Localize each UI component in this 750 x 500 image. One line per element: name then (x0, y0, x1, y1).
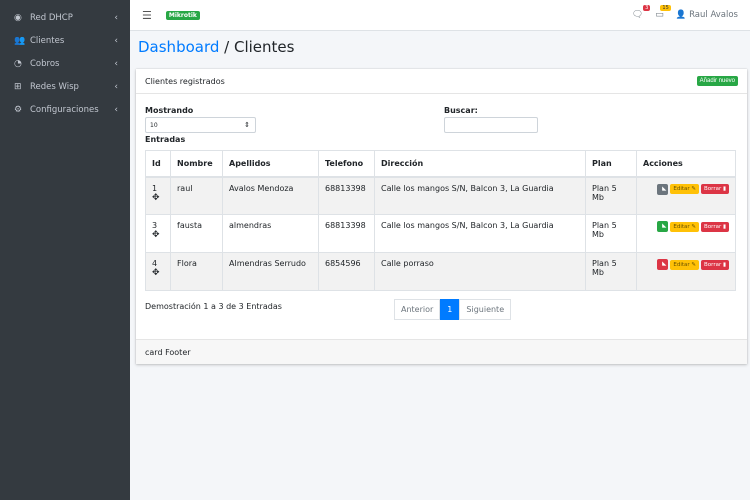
card-footer: card Footer (136, 339, 747, 364)
cell-nombre: fausta (170, 214, 223, 253)
cell-telefono: 68813398 (318, 214, 375, 253)
messages-icon[interactable]: 🗨 3 (632, 5, 651, 20)
table-row: 1 ✥ raul Avalos Mendoza 68813398 Calle lo… (145, 176, 736, 215)
col-nombre[interactable]: Nombre (170, 150, 223, 178)
search-label: Buscar: (444, 106, 478, 115)
drag-handle-icon[interactable]: ✥ (152, 268, 160, 278)
rss-button[interactable]: ◣ (657, 259, 669, 270)
chevron-left-icon: ‹ (114, 12, 118, 23)
trash-icon: ▮ (722, 186, 726, 192)
sidebar: ◉ Red DHCP ‹ 👥 Clientes ‹ ◔ Cobros ‹ ⊞ Redes Wi… (0, 0, 130, 500)
pie-chart-icon: ◔ (14, 58, 22, 69)
col-plan[interactable]: Plan (585, 150, 637, 178)
edit-icon: ✎ (691, 261, 697, 268)
col-telefono[interactable]: Telefono (318, 150, 375, 178)
edit-button[interactable]: Editar ✎ (670, 221, 700, 232)
entries-label: Entradas (145, 135, 186, 144)
edit-icon: ✎ (691, 223, 697, 230)
user-icon: 👤 (675, 10, 687, 20)
cell-apellidos: almendras (222, 214, 319, 253)
user-menu[interactable]: 👤 Raul Avalos (676, 10, 738, 20)
sidebar-item-configuraciones[interactable]: ⚙ Configuraciones ‹ (0, 98, 130, 121)
cell-apellidos: Almendras Serrudo (222, 252, 319, 291)
sidebar-item-red-dhcp[interactable]: ◉ Red DHCP ‹ (0, 6, 130, 29)
sidebar-item-cobros[interactable]: ◔ Cobros ‹ (0, 52, 130, 75)
menu-icon[interactable]: ☰ (142, 9, 152, 22)
table-row: 3 ✥ fausta almendras 68813398 Calle los m… (145, 214, 736, 253)
col-apellidos[interactable]: Apellidos (222, 150, 319, 178)
cogs-icon: ⚙ (14, 104, 23, 115)
card-title: Clientes registrados (145, 76, 225, 86)
chevron-left-icon: ‹ (114, 81, 118, 92)
prev-page-button[interactable]: Anterior (394, 299, 441, 320)
page-title: Dashboard / Clientes (138, 38, 295, 56)
rss-button[interactable]: ◣ (657, 221, 669, 232)
add-client-button[interactable]: Añadir nuevo (696, 76, 738, 86)
drag-handle-icon[interactable]: ✥ (152, 193, 160, 203)
cell-nombre: Flora (170, 252, 223, 291)
topbar: ☰ Mikrotik 🗨 3 ▭ 15 👤 Raul Avalos (130, 0, 750, 31)
trash-icon: ▮ (722, 261, 726, 268)
edit-button[interactable]: Editar ✎ (670, 259, 700, 270)
chevron-left-icon: ‹ (114, 58, 118, 69)
breadcrumb-dashboard[interactable]: Dashboard (138, 38, 219, 56)
show-label: Mostrando (145, 106, 194, 115)
col-direccion[interactable]: Dirección (374, 150, 586, 178)
chevron-left-icon: ‹ (114, 35, 118, 46)
pagination-info: Demostración 1 a 3 de 3 Entradas (145, 302, 282, 311)
rss-button[interactable]: ◣ (657, 183, 669, 195)
cell-id: 1 (152, 183, 158, 193)
cell-plan: Plan 5 Mb (585, 252, 637, 291)
table-row: 4 ✥ Flora Almendras Serrudo 6854596 Calle… (145, 252, 736, 291)
clients-card: Clientes registrados Añadir nuevo Mostran… (136, 69, 747, 364)
cell-plan: Plan 5 Mb (585, 214, 637, 253)
cell-apellidos: Avalos Mendoza (222, 176, 319, 215)
notifications-badge: 15 (660, 5, 671, 11)
cell-direccion: Calle porraso (374, 252, 586, 291)
cell-telefono: 6854596 (318, 252, 375, 291)
clients-table: Id Nombre Apellidos Telefono Dirección P… (145, 150, 736, 291)
cell-telefono: 68813398 (318, 176, 375, 215)
drag-handle-icon[interactable]: ✥ (152, 230, 160, 240)
messages-badge: 3 (643, 5, 651, 11)
notifications-icon[interactable]: ▭ 15 (655, 5, 671, 20)
cell-id: 3 (152, 221, 158, 230)
col-acciones[interactable]: Acciones (636, 150, 736, 178)
rss-icon: ◣ (662, 185, 667, 192)
sidebar-item-clientes[interactable]: 👥 Clientes ‹ (0, 29, 130, 52)
tachometer-icon: ◉ (14, 12, 22, 23)
cell-plan: Plan 5 Mb (585, 176, 637, 215)
chevron-left-icon: ‹ (114, 104, 118, 115)
delete-button[interactable]: Borrar ▮ (701, 184, 729, 194)
brand-badge[interactable]: Mikrotik (165, 10, 200, 20)
cell-direccion: Calle los mangos S/N, Balcon 3, La Guard… (374, 214, 586, 253)
next-page-button[interactable]: Siguiente (459, 299, 512, 320)
cell-direccion: Calle los mangos S/N, Balcon 3, La Guard… (374, 176, 586, 215)
pagination: Anterior 1 Siguiente (394, 299, 512, 320)
network-icon: ⊞ (14, 81, 22, 92)
users-icon: 👥 (14, 35, 26, 46)
edit-button[interactable]: Editar ✎ (670, 184, 700, 194)
breadcrumb-current: Clientes (233, 38, 295, 56)
select-arrows-icon: ⇕ (244, 121, 250, 129)
cell-nombre: raul (170, 176, 223, 215)
trash-icon: ▮ (722, 223, 726, 230)
page-1-button[interactable]: 1 (440, 299, 460, 320)
edit-icon: ✎ (691, 186, 697, 192)
sidebar-item-redes-wisp[interactable]: ⊞ Redes Wisp ‹ (0, 75, 130, 98)
cell-id: 4 (152, 259, 158, 268)
delete-button[interactable]: Borrar ▮ (701, 221, 729, 232)
search-input[interactable] (444, 117, 538, 133)
rss-icon: ◣ (662, 261, 667, 267)
delete-button[interactable]: Borrar ▮ (701, 259, 729, 270)
page-size-select[interactable]: 10 ⇕ (145, 117, 256, 133)
col-id[interactable]: Id (145, 150, 171, 178)
rss-icon: ◣ (662, 223, 667, 229)
